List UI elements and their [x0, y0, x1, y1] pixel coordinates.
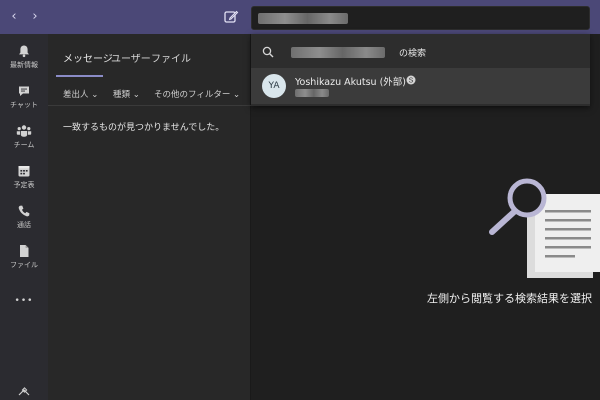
app-window: ‹ › 最新情報 チャット チーム 予定表 通話 ファイル ••• メッセージ … [0, 0, 600, 400]
rail-item-calls[interactable]: 通話 [0, 202, 48, 242]
redacted-query-text [291, 47, 385, 58]
compose-button[interactable] [222, 8, 240, 26]
redacted-detail [295, 89, 329, 97]
active-tab-indicator [56, 75, 103, 77]
chevron-left-icon: ‹ [11, 9, 17, 24]
forward-button[interactable]: › [28, 9, 42, 25]
search-input[interactable] [251, 6, 590, 30]
filter-sender[interactable]: 差出人 ⌄ [63, 88, 98, 100]
bell-icon [19, 45, 29, 58]
filter-bar: 差出人 ⌄ 種類 ⌄ その他のフィルター ⌄ [48, 80, 251, 106]
rail-item-files[interactable]: ファイル [0, 242, 48, 282]
rail-label-files: ファイル [10, 261, 38, 269]
skype-icon: S [406, 75, 416, 85]
more-icon: ••• [14, 296, 34, 306]
search-query-row[interactable]: の検索 [251, 34, 590, 68]
tab-files[interactable]: ファイル [151, 50, 191, 78]
rail-label-chat: チャット [10, 101, 38, 109]
empty-state-message: 左側から閲覧する検索結果を選択 [427, 292, 592, 305]
tab-people[interactable]: ユーザー [111, 50, 151, 78]
filter-type[interactable]: 種類 ⌄ [113, 88, 140, 100]
title-bar: ‹ › [0, 0, 600, 34]
rail-item-activity[interactable]: 最新情報 [0, 42, 48, 82]
apps-icon [18, 387, 30, 396]
compose-icon [224, 10, 239, 23]
rail-label-activity: 最新情報 [10, 61, 38, 69]
back-button[interactable]: ‹ [7, 9, 21, 25]
calendar-icon [18, 166, 30, 177]
chat-icon [19, 86, 29, 96]
rail-item-more[interactable]: ••• [0, 288, 48, 306]
result-tabs: メッセージ ユーザー ファイル [48, 34, 251, 78]
rail-item-chat[interactable]: チャット [0, 82, 48, 122]
search-suffix: の検索 [399, 49, 427, 59]
search-results-pane: メッセージ ユーザー ファイル 差出人 ⌄ 種類 ⌄ その他のフィルター ⌄ 一… [48, 34, 251, 400]
rail-item-calendar[interactable]: 予定表 [0, 162, 48, 202]
search-icon [262, 46, 274, 58]
rail-item-apps[interactable] [0, 384, 48, 400]
redacted-query [258, 13, 348, 24]
teams-icon [16, 125, 32, 137]
svg-text:S: S [409, 77, 414, 84]
app-rail: 最新情報 チャット チーム 予定表 通話 ファイル ••• [0, 34, 48, 400]
person-name: Yoshikazu Akutsu (外部) [295, 77, 407, 88]
rail-label-calls: 通話 [17, 221, 31, 229]
rail-item-teams[interactable]: チーム [0, 122, 48, 162]
tab-messages[interactable]: メッセージ [63, 50, 113, 78]
avatar: YA [262, 74, 286, 98]
file-icon [20, 245, 29, 257]
rail-label-teams: チーム [13, 141, 35, 149]
phone-icon [18, 205, 30, 217]
people-suggestion[interactable]: YA Yoshikazu Akutsu (外部) S [251, 68, 590, 104]
search-suggestions: の検索 YA Yoshikazu Akutsu (外部) S [251, 34, 590, 106]
search-illustration [489, 178, 600, 278]
rail-label-calendar: 予定表 [13, 181, 35, 189]
no-results-text: 一致するものが見つかりませんでした。 [63, 123, 225, 133]
filter-more[interactable]: その他のフィルター ⌄ [154, 88, 240, 100]
chevron-right-icon: › [32, 9, 38, 24]
